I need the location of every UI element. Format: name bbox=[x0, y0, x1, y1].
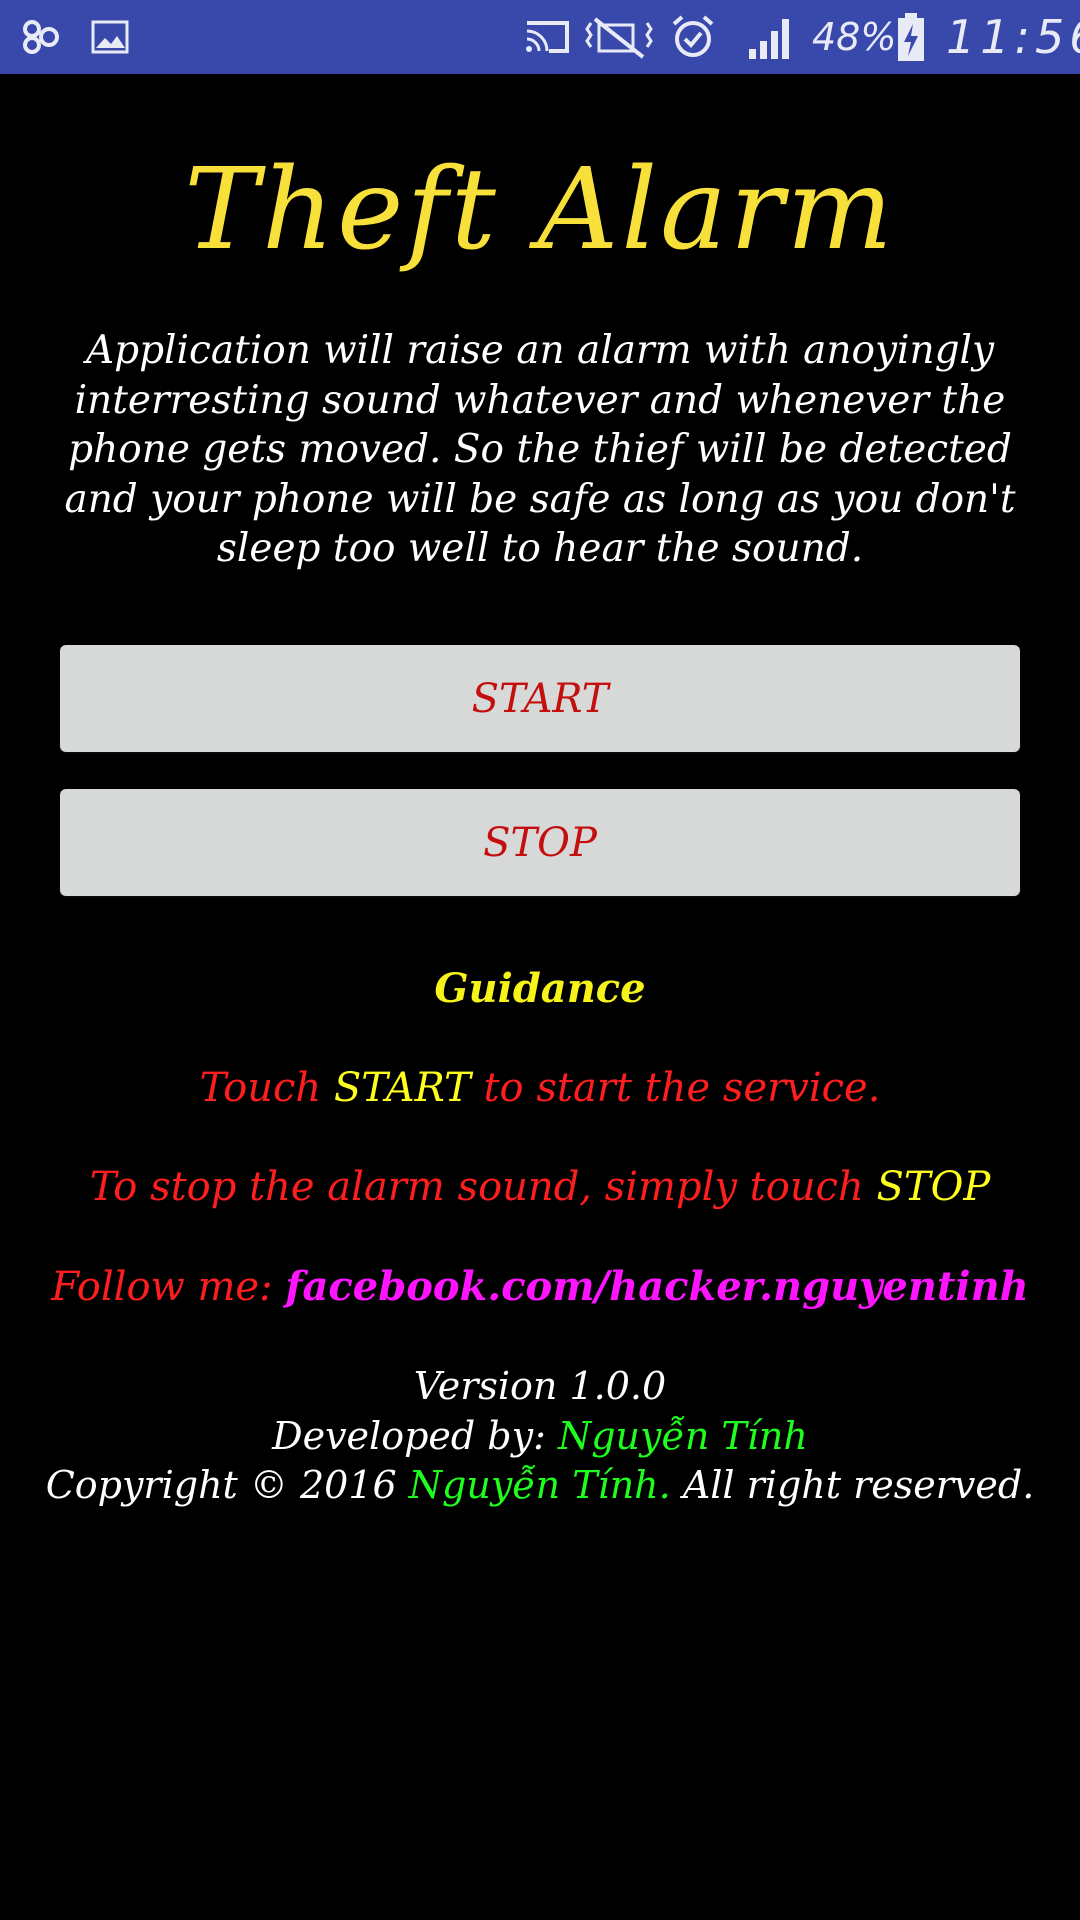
vibrate-icon bbox=[584, 0, 654, 74]
copyright-suffix: All right reserved. bbox=[670, 1463, 1035, 1507]
copyright: Copyright © 2016 Nguyễn Tính. All right … bbox=[0, 1463, 1080, 1507]
copyright-name: Nguyễn Tính. bbox=[408, 1463, 671, 1507]
follow-me: Follow me: facebook.com/hacker.nguyentin… bbox=[0, 1263, 1080, 1310]
instruction-stop: To stop the alarm sound, simply touch ST… bbox=[0, 1164, 1080, 1210]
battery-charging-icon bbox=[894, 0, 928, 74]
version-text: Version 1.0.0 bbox=[413, 1364, 667, 1408]
status-bar: 48% 11:56 bbox=[0, 0, 1080, 74]
gallery-icon bbox=[88, 0, 132, 74]
instruction-stop-pre: To stop the alarm sound, simply touch bbox=[89, 1164, 877, 1210]
app-notification-icon bbox=[16, 0, 66, 74]
clock: 11:56 bbox=[946, 10, 1080, 64]
guidance-heading: Guidance bbox=[434, 965, 646, 1012]
stop-button[interactable]: STOP bbox=[60, 789, 1020, 896]
battery-percent: 48% bbox=[812, 15, 897, 59]
app-description: Application will raise an alarm with ano… bbox=[64, 328, 1016, 571]
instruction-start-keyword: START bbox=[333, 1065, 471, 1111]
instruction-start-post: to start the service. bbox=[470, 1065, 881, 1111]
instruction-start: Touch START to start the service. bbox=[0, 1065, 1080, 1111]
start-button[interactable]: START bbox=[60, 645, 1020, 752]
facebook-link[interactable]: facebook.com/hacker.nguyentinh bbox=[285, 1263, 1028, 1310]
instruction-stop-keyword: STOP bbox=[876, 1164, 991, 1210]
developer-name: Nguyễn Tính bbox=[557, 1414, 808, 1458]
cast-icon bbox=[522, 0, 572, 74]
developed-by-label: Developed by: bbox=[272, 1414, 558, 1458]
copyright-prefix: Copyright © 2016 bbox=[45, 1463, 409, 1507]
app-title: Theft Alarm bbox=[184, 145, 896, 275]
developed-by: Developed by: Nguyễn Tính bbox=[0, 1414, 1080, 1458]
instruction-start-pre: Touch bbox=[199, 1065, 334, 1111]
follow-label: Follow me: bbox=[51, 1264, 286, 1310]
signal-icon bbox=[746, 0, 798, 74]
alarm-icon bbox=[668, 0, 718, 74]
